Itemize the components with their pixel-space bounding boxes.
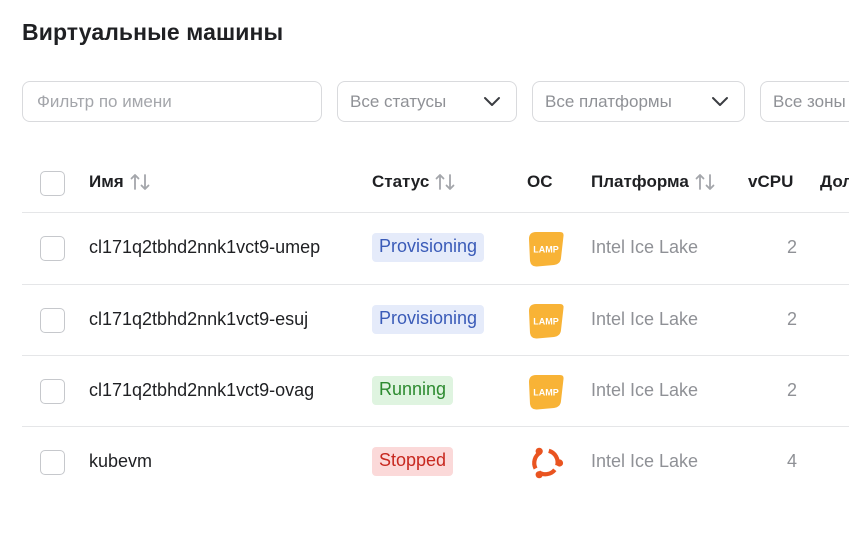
svg-text:LAMP: LAMP [533,388,559,398]
platform-filter-label: Все платформы [545,91,672,111]
status-badge: Provisioning [372,305,485,334]
vm-name[interactable]: cl171q2tbhd2nnk1vct9-esuj [89,309,308,330]
status-badge: Running [372,376,454,405]
sort-icon[interactable] [129,172,151,192]
status-badge: Provisioning [372,233,485,262]
vcpu-value: 4 [786,451,797,471]
vcpu-value: 2 [786,380,797,400]
name-filter-field[interactable] [22,81,322,122]
row-checkbox[interactable] [40,236,65,261]
column-status-label: Статус [372,172,430,191]
table-header: Имя Статус ОС Платформа vCPU Доля [0,160,849,208]
page-title: Виртуальные машины [22,19,284,45]
name-filter-input[interactable] [35,90,321,113]
column-header-os: ОС [527,172,553,192]
svg-text:LAMP: LAMP [533,245,559,255]
platform-value: Intel Ice Lake [591,451,699,471]
column-os-label: ОС [527,172,553,191]
column-name-label: Имя [89,172,124,191]
column-header-platform[interactable]: Платформа [591,172,716,192]
select-all-checkbox[interactable] [40,171,65,196]
column-vcpu-label: vCPU [748,172,794,191]
column-header-name[interactable]: Имя [89,172,151,192]
row-checkbox[interactable] [40,308,65,333]
platform-value: Intel Ice Lake [591,237,699,257]
status-filter-label: Все статусы [350,91,447,111]
table-row[interactable]: cl171q2tbhd2nnk1vct9-umep Provisioning L… [0,213,849,284]
chevron-down-icon [712,97,728,106]
status-badge: Stopped [372,447,454,476]
chevron-down-icon [484,97,500,106]
lamp-icon: LAMP [529,232,564,267]
sort-icon[interactable] [694,172,716,192]
column-header-status[interactable]: Статус [372,172,456,192]
platform-filter-select[interactable]: Все платформы [532,81,745,122]
platform-value: Intel Ice Lake [591,309,699,329]
zone-filter-select[interactable]: Все зоны [760,81,849,122]
row-checkbox[interactable] [40,450,65,475]
sort-icon[interactable] [434,172,456,192]
vcpu-value: 2 [786,309,797,329]
vm-name[interactable]: cl171q2tbhd2nnk1vct9-umep [89,237,320,258]
platform-value: Intel Ice Lake [591,380,699,400]
column-header-vcpu: vCPU [748,172,793,192]
column-header-next: Доля [820,172,849,192]
zone-filter-label: Все зоны [773,91,846,111]
svg-text:LAMP: LAMP [533,317,559,327]
table-row[interactable]: cl171q2tbhd2nnk1vct9-esuj Provisioning L… [0,285,849,356]
lamp-icon: LAMP [529,375,564,410]
table-row[interactable]: kubevm Stopped Intel Ice Lake 4 [0,427,849,498]
column-next-label: Доля [820,172,849,191]
vm-name[interactable]: cl171q2tbhd2nnk1vct9-ovag [89,380,314,401]
lamp-icon: LAMP [529,304,564,339]
row-checkbox[interactable] [40,379,65,404]
column-platform-label: Платформа [591,172,689,191]
filter-bar: Все статусы Все платформы Все зоны [0,81,849,124]
ubuntu-icon [532,447,564,479]
vm-name[interactable]: kubevm [89,451,152,472]
table-row[interactable]: cl171q2tbhd2nnk1vct9-ovag Running LAMP I… [0,356,849,427]
vcpu-value: 2 [786,237,797,257]
status-filter-select[interactable]: Все статусы [337,81,517,122]
